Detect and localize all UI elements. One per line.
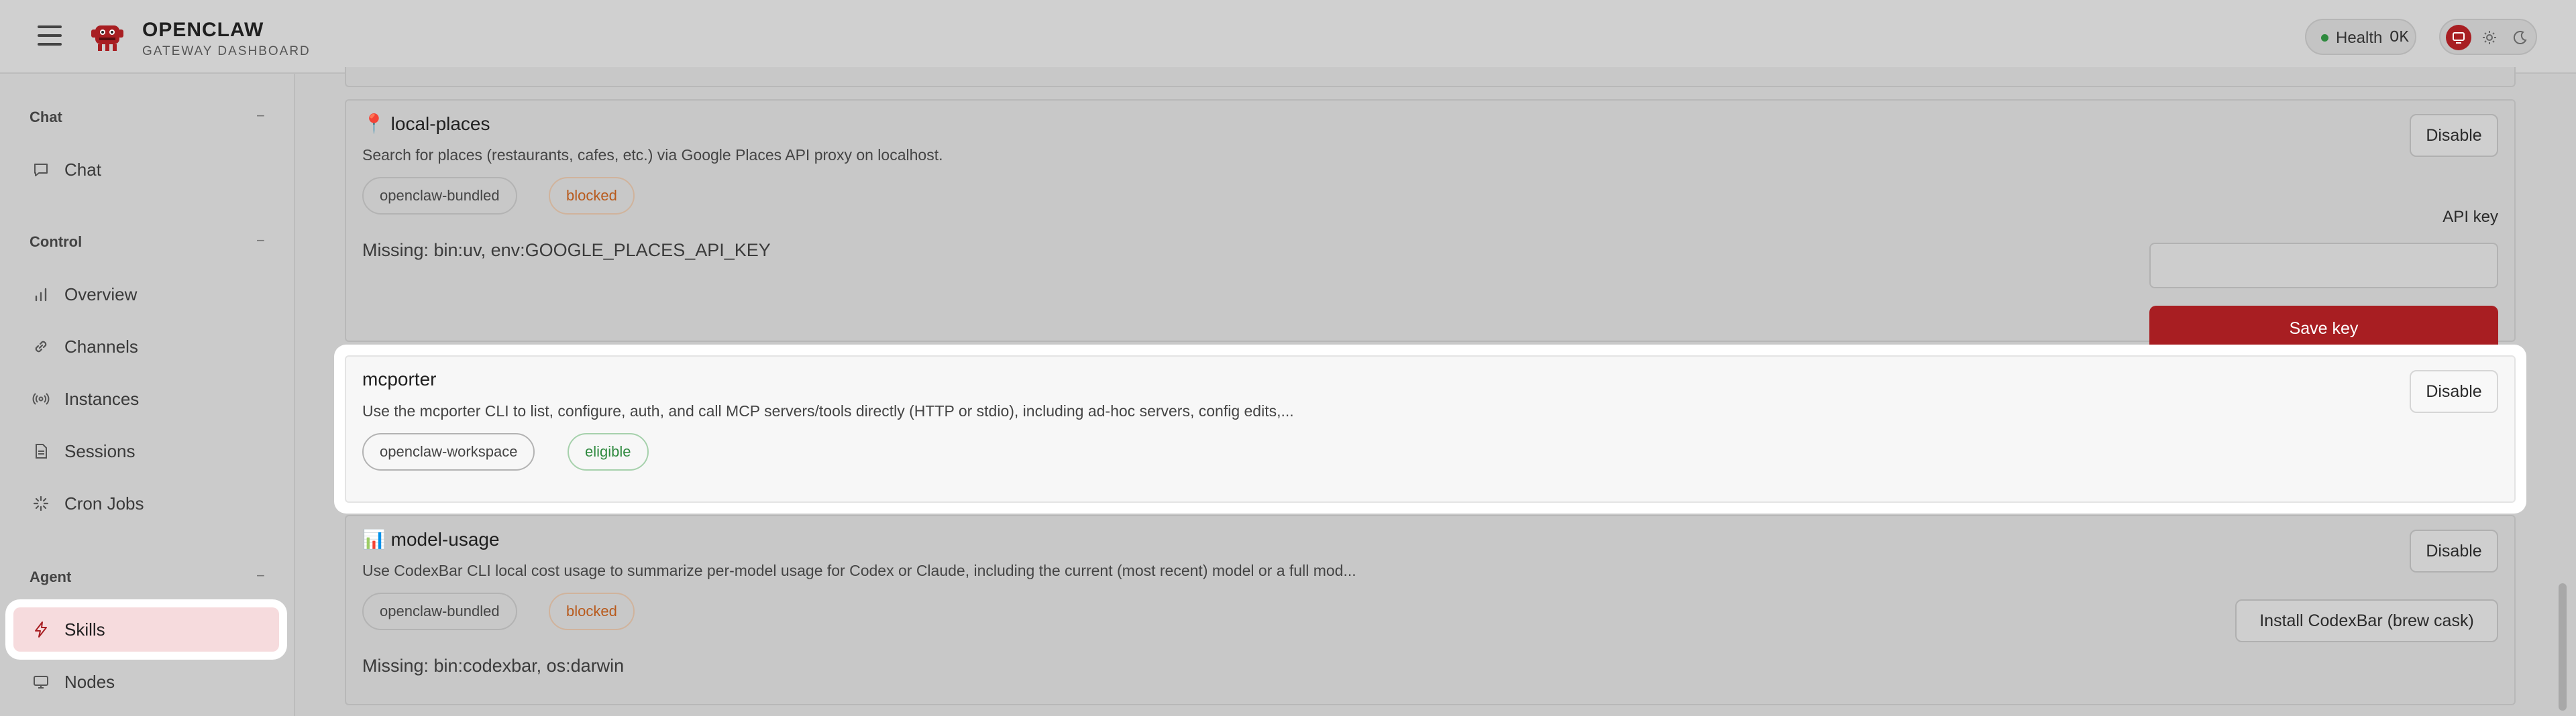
sidebar-item-label: Overview: [64, 284, 138, 304]
status-badge: blocked: [549, 593, 635, 630]
api-key-input[interactable]: [2149, 243, 2498, 288]
menu-icon[interactable]: [38, 25, 62, 46]
moon-icon: [2513, 31, 2527, 45]
health-dot-icon: [2321, 34, 2328, 42]
chat-bubble-icon: [34, 164, 48, 176]
sidebar-item-channels[interactable]: Channels: [13, 324, 279, 369]
collapse-control-button[interactable]: −: [256, 232, 265, 249]
missing-requirements: Missing: bin:codexbar, os:darwin: [362, 656, 625, 676]
sidebar-item-cron-jobs[interactable]: Cron Jobs: [13, 481, 279, 526]
group-title-chat: Chat: [30, 109, 62, 125]
source-tag: openclaw-bundled: [362, 593, 517, 630]
status-badge: blocked: [549, 177, 635, 215]
source-tag: openclaw-bundled: [362, 177, 517, 215]
disable-button[interactable]: Disable: [2410, 530, 2498, 573]
skill-name: mcporter: [362, 369, 437, 390]
chart-emoji-icon: 📊: [362, 529, 386, 550]
sidebar-item-label: Skills: [64, 619, 105, 640]
api-key-label: API key: [2443, 208, 2498, 226]
sidebar-item-skills[interactable]: Skills: [13, 607, 279, 652]
sidebar-item-overview[interactable]: Overview: [13, 272, 279, 316]
document-icon: [36, 444, 47, 459]
skill-description: Use CodexBar CLI local cost usage to sum…: [362, 562, 1356, 579]
pin-icon: 📍: [362, 113, 386, 134]
missing-requirements: Missing: bin:uv, env:GOOGLE_PLACES_API_K…: [362, 240, 771, 260]
loader-icon: [33, 495, 49, 512]
top-bar: OPENCLAW GATEWAY DASHBOARD Health OK: [0, 0, 2576, 74]
sidebar-item-label: Sessions: [64, 441, 136, 461]
skill-card-model-usage: 📊 model-usage Use CodexBar CLI local cos…: [345, 515, 2516, 705]
skill-card-previous: [345, 67, 2516, 87]
brand-subtitle: GATEWAY DASHBOARD: [142, 44, 311, 58]
skill-card-local-places: 📍 local-places Search for places (restau…: [345, 99, 2516, 351]
disable-button[interactable]: Disable: [2410, 370, 2498, 413]
group-title-agent: Agent: [30, 569, 72, 585]
skill-title: mcporter: [362, 369, 436, 390]
skill-name: local-places: [390, 113, 490, 134]
sidebar-item-nodes[interactable]: Nodes: [13, 660, 279, 704]
link-icon: [35, 341, 47, 353]
status-badge: eligible: [568, 433, 649, 471]
install-codexbar-button[interactable]: Install CodexBar (brew cask): [2235, 599, 2498, 642]
scrollbar-thumb[interactable]: [2559, 583, 2567, 711]
sidebar-item-label: Chat: [64, 160, 101, 180]
sun-icon: [2483, 31, 2496, 44]
bar-chart-icon: [35, 288, 47, 302]
collapse-chat-button[interactable]: −: [256, 107, 265, 125]
sidebar: Chat − Chat Control − Overview Channels …: [0, 74, 295, 716]
group-title-control: Control: [30, 233, 83, 250]
skill-description: Search for places (restaurants, cafes, e…: [362, 146, 943, 164]
source-tag: openclaw-workspace: [362, 433, 535, 471]
health-value: OK: [2390, 29, 2409, 47]
theme-system-button[interactable]: [2446, 25, 2471, 50]
disable-button[interactable]: Disable: [2410, 114, 2498, 157]
lightning-icon: [35, 621, 47, 638]
skill-card-mcporter: mcporter Use the mcporter CLI to list, c…: [345, 355, 2516, 503]
theme-switcher: [2439, 19, 2537, 55]
sidebar-item-label: Nodes: [64, 672, 115, 692]
sidebar-item-label: Channels: [64, 337, 138, 357]
health-label: Health: [2336, 29, 2383, 47]
save-key-button[interactable]: Save key: [2149, 306, 2498, 351]
monitor-icon: [2453, 32, 2465, 44]
sidebar-item-label: Instances: [64, 389, 140, 409]
sidebar-item-chat[interactable]: Chat: [13, 147, 279, 192]
collapse-agent-button[interactable]: −: [256, 567, 265, 585]
sidebar-item-instances[interactable]: Instances: [13, 377, 279, 421]
sidebar-item-label: Cron Jobs: [64, 493, 144, 514]
openclaw-logo-icon: [91, 25, 123, 51]
monitor-icon: [34, 676, 48, 689]
skill-description: Use the mcporter CLI to list, configure,…: [362, 402, 1294, 420]
skill-title: 📍 local-places: [362, 113, 490, 135]
theme-light-button[interactable]: [2477, 25, 2502, 50]
skill-name: model-usage: [390, 529, 500, 550]
broadcast-icon: [32, 393, 50, 405]
theme-dark-button[interactable]: [2508, 25, 2533, 50]
brand-title: OPENCLAW: [142, 19, 264, 41]
sidebar-item-sessions[interactable]: Sessions: [13, 429, 279, 473]
skill-title: 📊 model-usage: [362, 528, 500, 550]
health-status-badge: Health OK: [2305, 19, 2416, 55]
